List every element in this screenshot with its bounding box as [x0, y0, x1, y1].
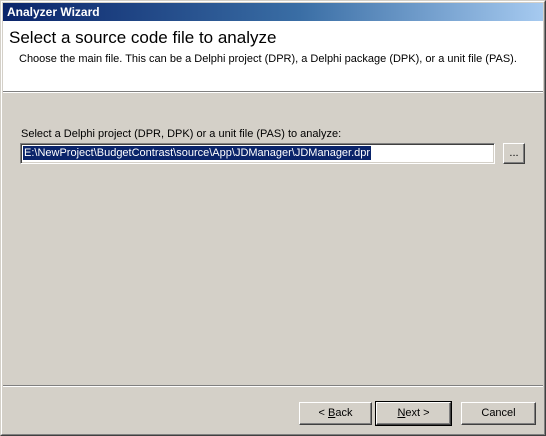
back-rest: ack: [335, 407, 353, 419]
page-description: Choose the main file. This can be a Delp…: [19, 53, 517, 65]
back-prefix: <: [318, 407, 328, 419]
title-bar[interactable]: Analyzer Wizard: [3, 3, 543, 21]
browse-button[interactable]: ...: [503, 143, 525, 164]
source-file-path-input[interactable]: E:\NewProject\BudgetContrast\source\App\…: [20, 143, 495, 164]
source-file-label: Select a Delphi project (DPR, DPK) or a …: [21, 128, 342, 140]
footer-divider: [3, 385, 543, 387]
next-rest: ext >: [405, 407, 430, 419]
wizard-header: Select a source code file to analyze Cho…: [3, 21, 543, 91]
page-heading: Select a source code file to analyze: [9, 28, 277, 47]
back-button[interactable]: < Back: [299, 402, 372, 425]
analyzer-wizard-window: Analyzer Wizard Select a source code fil…: [0, 0, 546, 436]
window-title: Analyzer Wizard: [7, 5, 100, 19]
cancel-button[interactable]: Cancel: [461, 402, 536, 425]
source-file-path-text: E:\NewProject\BudgetContrast\source\App\…: [23, 146, 372, 160]
next-button[interactable]: Next >: [375, 401, 452, 426]
header-divider: [3, 91, 543, 93]
